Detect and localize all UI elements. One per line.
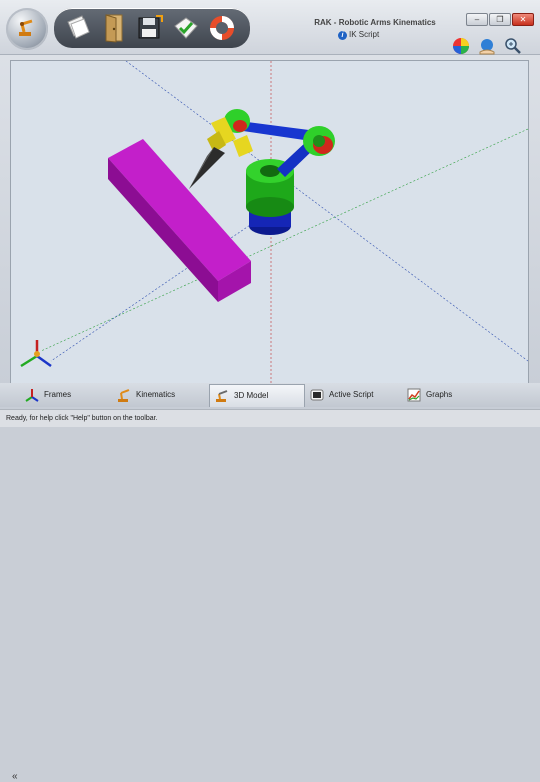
color-wheel-icon[interactable] xyxy=(452,37,470,55)
3d-viewport[interactable] xyxy=(10,60,529,384)
app-menu-orb-button[interactable] xyxy=(6,8,48,50)
robot-arm-logo-icon xyxy=(19,19,33,36)
3d-model-icon xyxy=(216,390,228,402)
tab-graphs[interactable]: Graphs xyxy=(402,384,482,406)
graphs-icon xyxy=(407,388,421,402)
tab-scroll-left-button[interactable]: « xyxy=(12,771,18,782)
tab-3d-model-label: 3D Model xyxy=(234,391,269,400)
tab-active-script-label: Active Script xyxy=(329,390,374,399)
help-button[interactable] xyxy=(206,12,238,44)
axis-gizmo xyxy=(20,340,52,368)
new-button[interactable] xyxy=(62,12,94,44)
title-bar: RAK - Robotic Arms Kinematics i IK Script… xyxy=(0,0,540,55)
minimize-icon: – xyxy=(474,15,480,24)
info-icon: i xyxy=(338,31,347,40)
save-button[interactable] xyxy=(134,12,166,44)
lifebuoy-help-icon xyxy=(210,16,234,40)
open-door-icon xyxy=(105,14,123,43)
save-printer-icon xyxy=(138,15,163,39)
3d-scene xyxy=(20,61,528,383)
status-bar: Ready, for help click "Help" button on t… xyxy=(0,409,540,427)
frames-icon xyxy=(25,389,39,402)
magenta-block xyxy=(108,139,251,302)
tab-frames-label: Frames xyxy=(44,390,72,399)
zoom-magnifier-icon[interactable] xyxy=(504,37,522,55)
apply-button[interactable] xyxy=(170,12,202,44)
mode-indicator: i IK Script xyxy=(338,30,379,40)
minimize-button[interactable]: – xyxy=(466,13,488,26)
check-arrow-icon xyxy=(174,17,198,39)
tab-active-script[interactable]: Active Script xyxy=(305,384,400,406)
app-title: RAK - Robotic Arms Kinematics xyxy=(314,18,436,27)
tab-kinematics[interactable]: Kinematics xyxy=(112,384,207,406)
tab-graphs-label: Graphs xyxy=(426,390,453,399)
application-window: RAK - Robotic Arms Kinematics i IK Script… xyxy=(0,0,540,782)
restore-icon: ❐ xyxy=(496,15,504,24)
restore-button[interactable]: ❐ xyxy=(489,13,511,26)
status-text: Ready, for help click "Help" button on t… xyxy=(6,415,158,422)
quick-toolbar xyxy=(54,8,250,48)
active-script-icon xyxy=(310,389,324,401)
close-button[interactable]: ✕ xyxy=(512,13,534,26)
globe-hand-icon[interactable] xyxy=(478,37,496,55)
close-icon: ✕ xyxy=(519,15,527,24)
tab-frames[interactable]: Frames xyxy=(20,384,110,406)
tab-kinematics-label: Kinematics xyxy=(136,390,176,399)
tab-3d-model[interactable]: 3D Model xyxy=(209,384,305,407)
mode-label: IK Script xyxy=(349,30,380,39)
open-button[interactable] xyxy=(98,12,130,44)
view-tabs: « Frames Kinematics 3D Model Active Scri… xyxy=(0,383,540,782)
tool-cone xyxy=(189,147,225,189)
kinematics-icon xyxy=(118,389,130,402)
shoulder-joint xyxy=(303,126,335,156)
new-document-icon xyxy=(67,15,90,39)
